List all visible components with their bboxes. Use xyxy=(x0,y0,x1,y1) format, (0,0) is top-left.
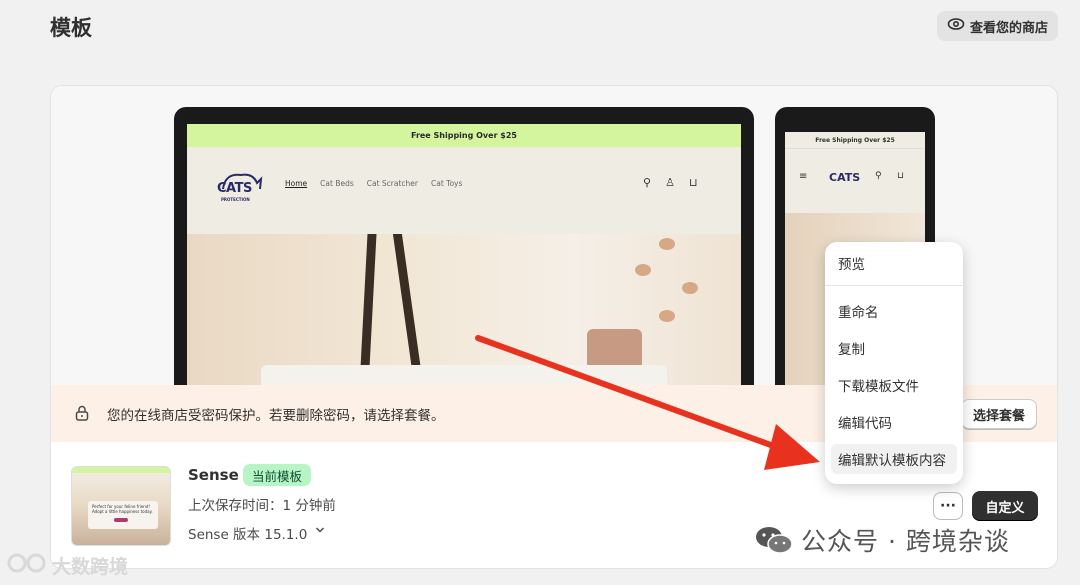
nav-link-cat-toys[interactable]: Cat Toys xyxy=(431,179,462,188)
menu-item-rename[interactable]: 重命名 xyxy=(831,296,957,326)
more-actions-button[interactable]: ··· xyxy=(933,492,963,520)
customize-button[interactable]: 自定义 xyxy=(972,491,1038,521)
thumbnail-text: Perfect for your feline friend! Adopt a … xyxy=(88,501,158,529)
view-store-button[interactable]: 查看您的商店 xyxy=(937,11,1059,41)
chevron-down-icon xyxy=(315,523,325,543)
banner-message: 您的在线商店受密码保护。若要删除密码，请选择套餐。 xyxy=(107,408,445,424)
lock-icon xyxy=(75,405,89,425)
wechat-watermark-text: 公众号 · 跨境杂谈 xyxy=(801,527,1010,556)
menu-item-preview[interactable]: 预览 xyxy=(831,248,957,278)
hero-image xyxy=(187,234,741,406)
logo-subtext: PROTECTION xyxy=(221,197,250,202)
logo-text: CATS xyxy=(217,181,252,196)
nav-link-cat-scratcher[interactable]: Cat Scratcher xyxy=(367,179,418,188)
search-icon[interactable]: ⚲ xyxy=(643,176,651,189)
mobile-search-icon: ⚲ xyxy=(875,171,882,181)
corner-watermark: 大数跨境 xyxy=(6,552,128,579)
menu-item-edit-default-content[interactable]: 编辑默认模板内容 xyxy=(831,444,957,474)
preview-nav: CATS PROTECTION Home Cat Beds Cat Scratc… xyxy=(187,147,741,234)
menu-item-edit-code[interactable]: 编辑代码 xyxy=(831,407,957,437)
nav-link-cat-beds[interactable]: Cat Beds xyxy=(320,179,354,188)
view-store-label: 查看您的商店 xyxy=(970,20,1049,36)
nav-link-home[interactable]: Home xyxy=(285,179,307,188)
menu-item-duplicate[interactable]: 复制 xyxy=(831,333,957,363)
menu-icon: ≡ xyxy=(799,171,808,182)
eye-icon xyxy=(947,17,965,35)
actions-menu: 预览 重命名 复制 下载模板文件 编辑代码 编辑默认模板内容 xyxy=(825,242,963,484)
mobile-shipping-bar: Free Shipping Over $25 xyxy=(785,132,925,149)
version-label: Sense 版本 15.1.0 xyxy=(188,527,308,543)
page-title: 模板 xyxy=(50,16,92,40)
menu-divider xyxy=(825,285,963,286)
cart-icon[interactable]: ⊔ xyxy=(689,176,698,189)
account-icon[interactable]: ♙ xyxy=(665,176,675,189)
theme-version-select[interactable]: Sense 版本 15.1.0 xyxy=(188,523,325,543)
theme-thumbnail: Perfect for your feline friend! Adopt a … xyxy=(71,466,171,546)
corner-logo-icon xyxy=(6,552,48,579)
wechat-icon xyxy=(755,525,793,555)
choose-plan-button[interactable]: 选择套餐 xyxy=(961,399,1037,429)
wechat-watermark: 公众号 · 跨境杂谈 xyxy=(755,522,1010,558)
desktop-preview: Free Shipping Over $25 CATS PROTECTION H… xyxy=(174,107,754,407)
mobile-logo-text: CATS xyxy=(829,171,861,184)
current-theme-badge: 当前模板 xyxy=(243,464,312,486)
menu-item-download[interactable]: 下载模板文件 xyxy=(831,370,957,400)
theme-name: Sense xyxy=(188,466,239,484)
shipping-bar: Free Shipping Over $25 xyxy=(187,124,741,147)
corner-watermark-text: 大数跨境 xyxy=(52,556,129,578)
last-saved-text: 上次保存时间：1 分钟前 xyxy=(188,498,336,514)
mobile-cart-icon: ⊔ xyxy=(897,171,905,181)
